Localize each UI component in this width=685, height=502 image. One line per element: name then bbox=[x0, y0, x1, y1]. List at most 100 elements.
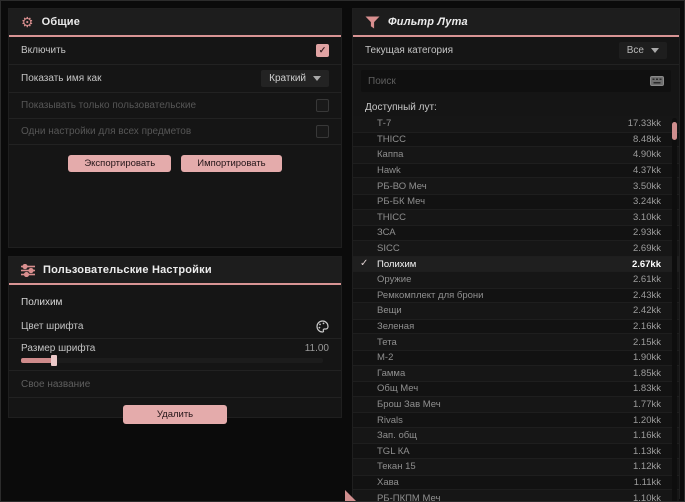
keyboard-icon[interactable] bbox=[650, 76, 664, 86]
list-item[interactable]: ✓ THICC 8.48kk bbox=[353, 131, 679, 148]
item-value: 1.83kk bbox=[633, 383, 661, 395]
search-placeholder: Поиск bbox=[368, 75, 396, 87]
list-item[interactable]: ✓ Полихим 2.67kk bbox=[353, 256, 679, 272]
item-name: ЗСА bbox=[377, 227, 396, 239]
search-input[interactable]: Поиск bbox=[361, 70, 671, 92]
custom-settings-title: Пользовательские Настройки bbox=[43, 264, 212, 276]
item-name: Зеленая bbox=[377, 321, 415, 333]
list-item[interactable]: ✓ Тета 2.15kk bbox=[353, 334, 679, 350]
item-name: Брош Зав Меч bbox=[377, 398, 441, 410]
same-settings-checkbox[interactable] bbox=[316, 125, 329, 138]
font-color-row[interactable]: Цвет шрифта bbox=[9, 314, 341, 339]
enable-checkbox[interactable]: ✓ bbox=[316, 44, 329, 57]
same-settings-row: Одни настройки для всех предметов bbox=[9, 119, 341, 145]
slider-fill bbox=[21, 358, 55, 363]
import-button[interactable]: Импортировать bbox=[181, 155, 282, 172]
custom-settings-panel: Пользовательские Настройки Полихим Цвет … bbox=[9, 257, 341, 424]
list-item[interactable]: ✓ TGL КА 1.13kk bbox=[353, 443, 679, 460]
custom-name-input[interactable]: Свое название bbox=[9, 371, 341, 398]
font-size-slider[interactable] bbox=[21, 355, 329, 366]
item-value: 1.77kk bbox=[633, 398, 661, 410]
list-item[interactable]: ✓ ЗСА 2.93kk bbox=[353, 225, 679, 241]
item-name: THICC bbox=[377, 211, 407, 223]
list-item[interactable]: ✓ РБ-ВО Меч 3.50kk bbox=[353, 178, 679, 194]
item-name: Гамма bbox=[377, 367, 406, 379]
custom-settings-header: Пользовательские Настройки bbox=[9, 257, 341, 285]
list-item[interactable]: ✓ Зеленая 2.16kk bbox=[353, 318, 679, 335]
general-panel-title: Общие bbox=[41, 16, 81, 28]
item-name: Общ Меч bbox=[377, 383, 419, 395]
only-custom-checkbox[interactable] bbox=[316, 99, 329, 112]
scrollbar[interactable] bbox=[672, 118, 677, 501]
same-settings-label: Одни настройки для всех предметов bbox=[21, 126, 192, 137]
list-item[interactable]: ✓ Текан 15 1.12kk bbox=[353, 459, 679, 475]
list-item[interactable]: ✓ Зап. общ 1.16kk bbox=[353, 427, 679, 444]
show-name-as-row: Показать имя как Краткий bbox=[9, 65, 341, 93]
scrollbar-thumb[interactable] bbox=[672, 122, 677, 140]
item-name: SICC bbox=[377, 243, 400, 255]
item-value: 8.48kk bbox=[633, 133, 661, 145]
item-value: 4.90kk bbox=[633, 149, 661, 161]
delete-button[interactable]: Удалить bbox=[122, 405, 228, 424]
list-item[interactable]: ✓ Hawk 4.37kk bbox=[353, 162, 679, 179]
app-window: ⚙ Общие Включить ✓ Показать имя как Крат… bbox=[0, 0, 685, 502]
list-item[interactable]: ✓ РБ-БК Меч 3.24kk bbox=[353, 193, 679, 210]
item-name: Каппа bbox=[377, 149, 404, 161]
list-item[interactable]: ✓ Rivals 1.20kk bbox=[353, 412, 679, 428]
loot-filter-header: Фильтр Лута bbox=[353, 9, 679, 37]
list-item[interactable]: ✓ Т-7 17.33kk bbox=[353, 116, 679, 132]
filter-funnel-icon bbox=[365, 16, 380, 29]
font-size-value: 11.00 bbox=[304, 343, 329, 354]
item-value: 3.50kk bbox=[633, 180, 661, 192]
name-format-dropdown[interactable]: Краткий bbox=[261, 70, 329, 87]
item-name: Оружие bbox=[377, 274, 412, 286]
palette-icon[interactable] bbox=[316, 319, 329, 333]
item-value: 1.13kk bbox=[633, 445, 661, 457]
item-value: 2.69kk bbox=[633, 243, 661, 255]
list-item[interactable]: ✓ Каппа 4.90kk bbox=[353, 147, 679, 163]
list-item[interactable]: ✓ Гамма 1.85kk bbox=[353, 365, 679, 382]
list-item[interactable]: ✓ Ремкомплект для брони 2.43kk bbox=[353, 287, 679, 304]
show-name-as-label: Показать имя как bbox=[21, 73, 102, 84]
item-name: РБ-ВО Меч bbox=[377, 180, 427, 192]
item-value: 1.11kk bbox=[633, 476, 661, 488]
export-button[interactable]: Экспортировать bbox=[68, 155, 172, 172]
item-name: THICC bbox=[377, 133, 407, 145]
only-custom-label: Показывать только пользовательские bbox=[21, 100, 196, 111]
list-item[interactable]: ✓ Вещи 2.42kk bbox=[353, 303, 679, 319]
enable-label: Включить bbox=[21, 45, 66, 56]
list-item[interactable]: ✓ THICC 3.10kk bbox=[353, 209, 679, 226]
item-value: 2.42kk bbox=[633, 305, 661, 317]
category-row: Текущая категория Все bbox=[353, 37, 679, 65]
list-item[interactable]: ✓ Брош Зав Меч 1.77kk bbox=[353, 396, 679, 413]
check-icon: ✓ bbox=[360, 258, 369, 270]
import-export-row: Экспортировать Импортировать bbox=[9, 145, 341, 172]
list-item[interactable]: ✓ SICC 2.69kk bbox=[353, 240, 679, 257]
category-label: Текущая категория bbox=[365, 45, 454, 56]
list-item[interactable]: ✓ РБ-ПКПМ Меч 1.10kk bbox=[353, 490, 679, 501]
resize-grip[interactable] bbox=[345, 490, 356, 501]
available-loot-label: Доступный лут: bbox=[365, 102, 437, 113]
item-value: 2.43kk bbox=[633, 289, 661, 301]
list-item[interactable]: ✓ Оружие 2.61kk bbox=[353, 271, 679, 288]
slider-thumb[interactable] bbox=[51, 355, 57, 366]
item-value: 1.16kk bbox=[633, 430, 661, 442]
category-value: Все bbox=[626, 45, 644, 56]
gear-icon: ⚙ bbox=[21, 14, 34, 30]
category-dropdown[interactable]: Все bbox=[618, 42, 667, 59]
font-size-label: Размер шрифта bbox=[21, 343, 96, 354]
item-name: Rivals bbox=[377, 414, 403, 426]
item-value: 2.67kk bbox=[631, 258, 661, 270]
list-item[interactable]: ✓ Хава 1.11kk bbox=[353, 474, 679, 491]
chevron-down-icon bbox=[313, 76, 321, 81]
item-name: TGL КА bbox=[377, 445, 410, 457]
item-name: Хава bbox=[377, 476, 399, 488]
list-item[interactable]: ✓ М-2 1.90kk bbox=[353, 349, 679, 366]
item-name: Тета bbox=[377, 336, 397, 348]
enable-row[interactable]: Включить ✓ bbox=[9, 37, 341, 65]
chevron-down-icon bbox=[651, 48, 659, 53]
loot-filter-panel: Фильтр Лута Текущая категория Все Поиск bbox=[345, 9, 679, 501]
sliders-icon bbox=[21, 263, 35, 277]
item-name: Вещи bbox=[377, 305, 402, 317]
list-item[interactable]: ✓ Общ Меч 1.83kk bbox=[353, 381, 679, 397]
